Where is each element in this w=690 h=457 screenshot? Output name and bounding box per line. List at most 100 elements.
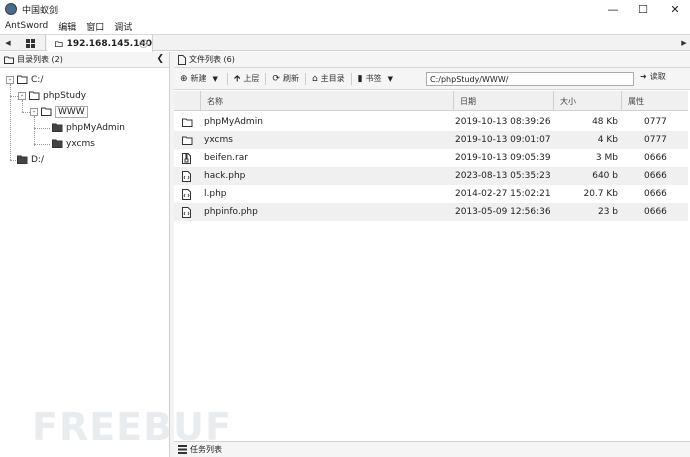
directory-panel-header: 目录列表 (2) ❮ (0, 52, 169, 68)
home-button-label: 主目录 (320, 74, 345, 83)
bookmark-icon: ▮ (357, 73, 363, 84)
task-panel-header[interactable]: 任务列表 (174, 441, 690, 457)
tab-home[interactable] (16, 35, 46, 51)
tree-label: yxcms (66, 138, 95, 149)
tree-guide-line (34, 116, 35, 146)
up-button[interactable]: 🡱 上层 (228, 70, 265, 88)
folder-open-icon (41, 107, 52, 116)
tree-toggle-icon[interactable]: - (18, 91, 26, 100)
file-attr: 0777 (644, 135, 667, 145)
minimize-button[interactable]: — (598, 0, 628, 18)
menu-bar: AntSword 编辑 窗口 调试 (0, 18, 690, 34)
archive-file-icon (182, 149, 194, 167)
column-header-label: 大小 (560, 96, 576, 106)
tree-guide-line (34, 128, 50, 129)
file-size: 20.7 Kb (583, 189, 618, 199)
file-date: 2019-10-13 09:01:07 (455, 135, 551, 145)
tree-label: C:/ (31, 74, 44, 85)
folder-open-icon (17, 75, 28, 84)
file-date: 2019-10-13 08:39:26 (455, 117, 551, 127)
file-icon (178, 54, 186, 65)
file-row[interactable]: beifen.rar 2019-10-13 09:05:39 3 Mb 0666 (174, 149, 688, 167)
file-size: 4 Kb (597, 135, 618, 145)
file-panel: 文件列表 (6) ⊕ 新建 ▼ 🡱 上层 ⟳ 刷新 ⌂ 主目录 ▮ 书签 ▼ C… (174, 52, 690, 457)
home-button[interactable]: ⌂ 主目录 (306, 70, 351, 88)
column-header-size[interactable]: 大小 (553, 91, 621, 111)
file-row[interactable]: phpMyAdmin 2019-10-13 08:39:26 48 Kb 077… (174, 113, 688, 131)
caret-down-icon: ▼ (212, 74, 218, 83)
file-name: l.php (204, 189, 227, 199)
tree-label: phpStudy (43, 90, 87, 101)
menu-debug[interactable]: 调试 (109, 20, 137, 33)
task-panel-title: 任务列表 (190, 445, 222, 454)
tree-label: D:/ (31, 154, 44, 165)
bookmark-button[interactable]: ▮ 书签 ▼ (352, 70, 402, 88)
file-date: 2023-08-13 05:35:23 (455, 171, 551, 181)
up-button-label: 上层 (243, 74, 260, 83)
tab-bar: ◀ 192.168.145.140 ✕ ▶ (0, 34, 690, 52)
file-date: 2019-10-13 09:05:39 (455, 153, 551, 163)
file-grid-header: 名称 日期 大小 属性 (174, 91, 688, 111)
tree-node-d-drive[interactable]: D:/ (17, 152, 44, 167)
file-size: 640 b (592, 171, 618, 181)
file-date: 2013-05-09 12:56:36 (455, 207, 551, 217)
folder-open-icon (29, 91, 40, 100)
column-header-attr[interactable]: 属性 (621, 91, 688, 111)
column-header-name[interactable]: 名称 (200, 91, 453, 111)
tree-label-selected: WWW (55, 105, 88, 118)
file-row[interactable]: l.php 2014-02-27 15:02:21 20.7 Kb 0666 (174, 185, 688, 203)
tree-toggle-icon[interactable]: - (6, 75, 14, 84)
read-button[interactable]: ➜ 读取 (640, 71, 666, 82)
folder-icon (182, 131, 194, 149)
directory-panel-title: 目录列表 (2) (17, 55, 63, 64)
close-button[interactable]: ✕ (660, 0, 690, 18)
maximize-button[interactable]: ☐ (628, 0, 658, 18)
title-bar: 中国蚁剑 — ☐ ✕ (0, 0, 690, 18)
tab-close-icon[interactable]: ✕ (139, 39, 148, 48)
file-toolbar: ⊕ 新建 ▼ 🡱 上层 ⟳ 刷新 ⌂ 主目录 ▮ 书签 ▼ ➜ 读取 (174, 68, 690, 90)
tab-scroll-right-icon[interactable]: ▶ (678, 35, 690, 51)
file-row[interactable]: phpinfo.php 2013-05-09 12:56:36 23 b 066… (174, 203, 688, 221)
file-attr: 0777 (644, 117, 667, 127)
column-header-label: 日期 (460, 96, 476, 106)
plus-circle-icon: ⊕ (180, 73, 188, 84)
file-name: phpinfo.php (204, 207, 258, 217)
file-size: 23 b (597, 207, 618, 217)
tree-node-yxcms[interactable]: yxcms (52, 136, 95, 151)
folder-icon (182, 113, 194, 131)
file-attr: 0666 (644, 153, 667, 163)
folder-icon (52, 139, 63, 148)
tree-node-phpmyadmin[interactable]: phpMyAdmin (52, 120, 125, 135)
refresh-button[interactable]: ⟳ 刷新 (266, 70, 305, 88)
refresh-icon: ⟳ (272, 73, 280, 84)
file-attr: 0666 (644, 171, 667, 181)
app-logo-icon (5, 3, 17, 15)
directory-panel: 目录列表 (2) ❮ - C:/ - phpStudy - WWW phpMyA… (0, 52, 170, 457)
tab-session[interactable]: 192.168.145.140 ✕ (47, 35, 153, 52)
tree-node-phpstudy[interactable]: - phpStudy (18, 88, 86, 103)
new-button[interactable]: ⊕ 新建 ▼ (174, 70, 227, 88)
tree-toggle-icon[interactable]: - (30, 107, 38, 116)
arrow-up-icon: 🡱 (233, 73, 241, 84)
code-file-icon (182, 167, 194, 185)
read-button-label: 读取 (649, 72, 666, 81)
home-icon: ⌂ (311, 73, 318, 84)
file-size: 3 Mb (595, 153, 618, 163)
column-header-date[interactable]: 日期 (453, 91, 553, 111)
tree-node-www[interactable]: - WWW (30, 104, 88, 119)
file-row[interactable]: hack.php 2023-08-13 05:35:23 640 b 0666 (174, 167, 688, 185)
grid-icon (26, 38, 35, 48)
tab-scroll-left-icon[interactable]: ◀ (2, 35, 14, 51)
caret-down-icon: ▼ (387, 74, 394, 83)
code-file-icon (182, 203, 194, 221)
folder-icon (17, 155, 28, 164)
arrow-right-icon: ➜ (640, 72, 647, 81)
file-row[interactable]: yxcms 2019-10-13 09:01:07 4 Kb 0777 (174, 131, 688, 149)
menu-edit[interactable]: 编辑 (53, 20, 81, 33)
collapse-left-icon[interactable]: ❮ (156, 54, 164, 64)
menu-window[interactable]: 窗口 (81, 20, 109, 33)
file-size: 48 Kb (592, 117, 618, 127)
tree-node-c-drive[interactable]: - C:/ (6, 72, 43, 87)
path-input[interactable] (426, 72, 634, 86)
menu-antsword[interactable]: AntSword (0, 21, 53, 31)
